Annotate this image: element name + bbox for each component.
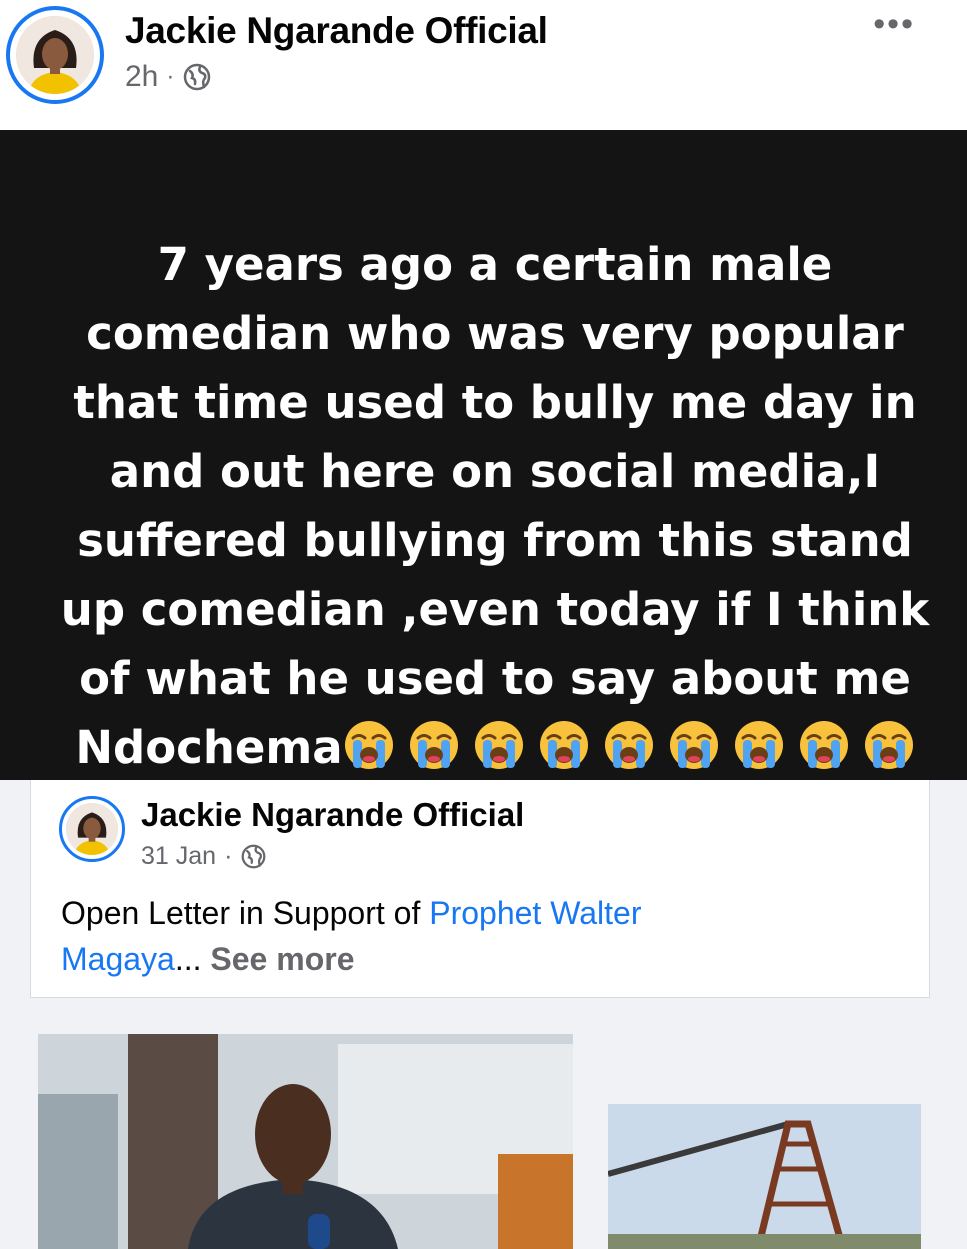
loudly-crying-face-icon	[864, 721, 913, 769]
shared-post-card[interactable]: Jackie Ngarande Official 31 Jan · Open L…	[0, 780, 967, 1249]
meta-separator: ·	[166, 63, 175, 90]
status-line: suffered bullying from this stand	[77, 514, 913, 567]
shared-post-text: Open Letter in Support of Prophet Walter…	[61, 890, 841, 982]
status-line: of what he used to say about me	[79, 652, 911, 705]
mention-link-continued[interactable]: Magaya	[61, 941, 175, 977]
status-line: comedian who was very popular	[86, 307, 904, 360]
status-line: and out here on social media,I	[109, 445, 881, 498]
shared-avatar-image	[66, 803, 118, 855]
profile-avatar[interactable]	[6, 6, 104, 104]
globe-icon	[241, 844, 266, 869]
loudly-crying-face-icon	[474, 721, 523, 769]
shared-photo-main[interactable]	[38, 1034, 573, 1249]
shared-post-header: Jackie Ngarande Official 31 Jan · Open L…	[30, 780, 930, 998]
shared-photo-secondary[interactable]	[608, 1104, 921, 1249]
loudly-crying-face-icon	[799, 721, 848, 769]
shared-text-prefix: Open Letter in Support of	[61, 895, 430, 931]
status-text: 7 years ago a certain male comedian who …	[30, 230, 960, 782]
shared-author-name[interactable]: Jackie Ngarande Official	[141, 796, 524, 834]
status-line: that time used to bully me day in	[73, 376, 917, 429]
mention-link[interactable]: Prophet Walter	[429, 895, 641, 931]
post-header: Jackie Ngarande Official 2h · •••	[0, 0, 967, 130]
avatar-image	[16, 16, 94, 94]
shared-avatar[interactable]	[59, 796, 125, 862]
shared-meta: 31 Jan ·	[141, 842, 267, 871]
loudly-crying-face-icon	[734, 721, 783, 769]
status-line-last: Ndochema	[30, 713, 960, 782]
post-meta: 2h ·	[125, 60, 212, 94]
status-line: up comedian ,even today if I think	[60, 583, 930, 636]
loudly-crying-face-icon	[539, 721, 588, 769]
more-options-button[interactable]: •••	[873, 7, 915, 41]
status-line: 7 years ago a certain male	[157, 238, 833, 291]
loudly-crying-face-icon	[669, 721, 718, 769]
post-timestamp[interactable]: 2h	[125, 60, 158, 94]
see-more-link[interactable]: See more	[210, 941, 354, 977]
emoji-row	[343, 721, 915, 774]
status-text-panel: 7 years ago a certain male comedian who …	[0, 130, 967, 780]
meta-separator: ·	[224, 842, 233, 870]
ellipsis: ...	[174, 941, 202, 977]
shared-date[interactable]: 31 Jan	[141, 842, 216, 871]
loudly-crying-face-icon	[344, 721, 393, 769]
loudly-crying-face-icon	[604, 721, 653, 769]
globe-icon	[184, 63, 211, 91]
status-last-word: Ndochema	[75, 721, 343, 774]
post-author-name[interactable]: Jackie Ngarande Official	[125, 10, 548, 52]
loudly-crying-face-icon	[409, 721, 458, 769]
